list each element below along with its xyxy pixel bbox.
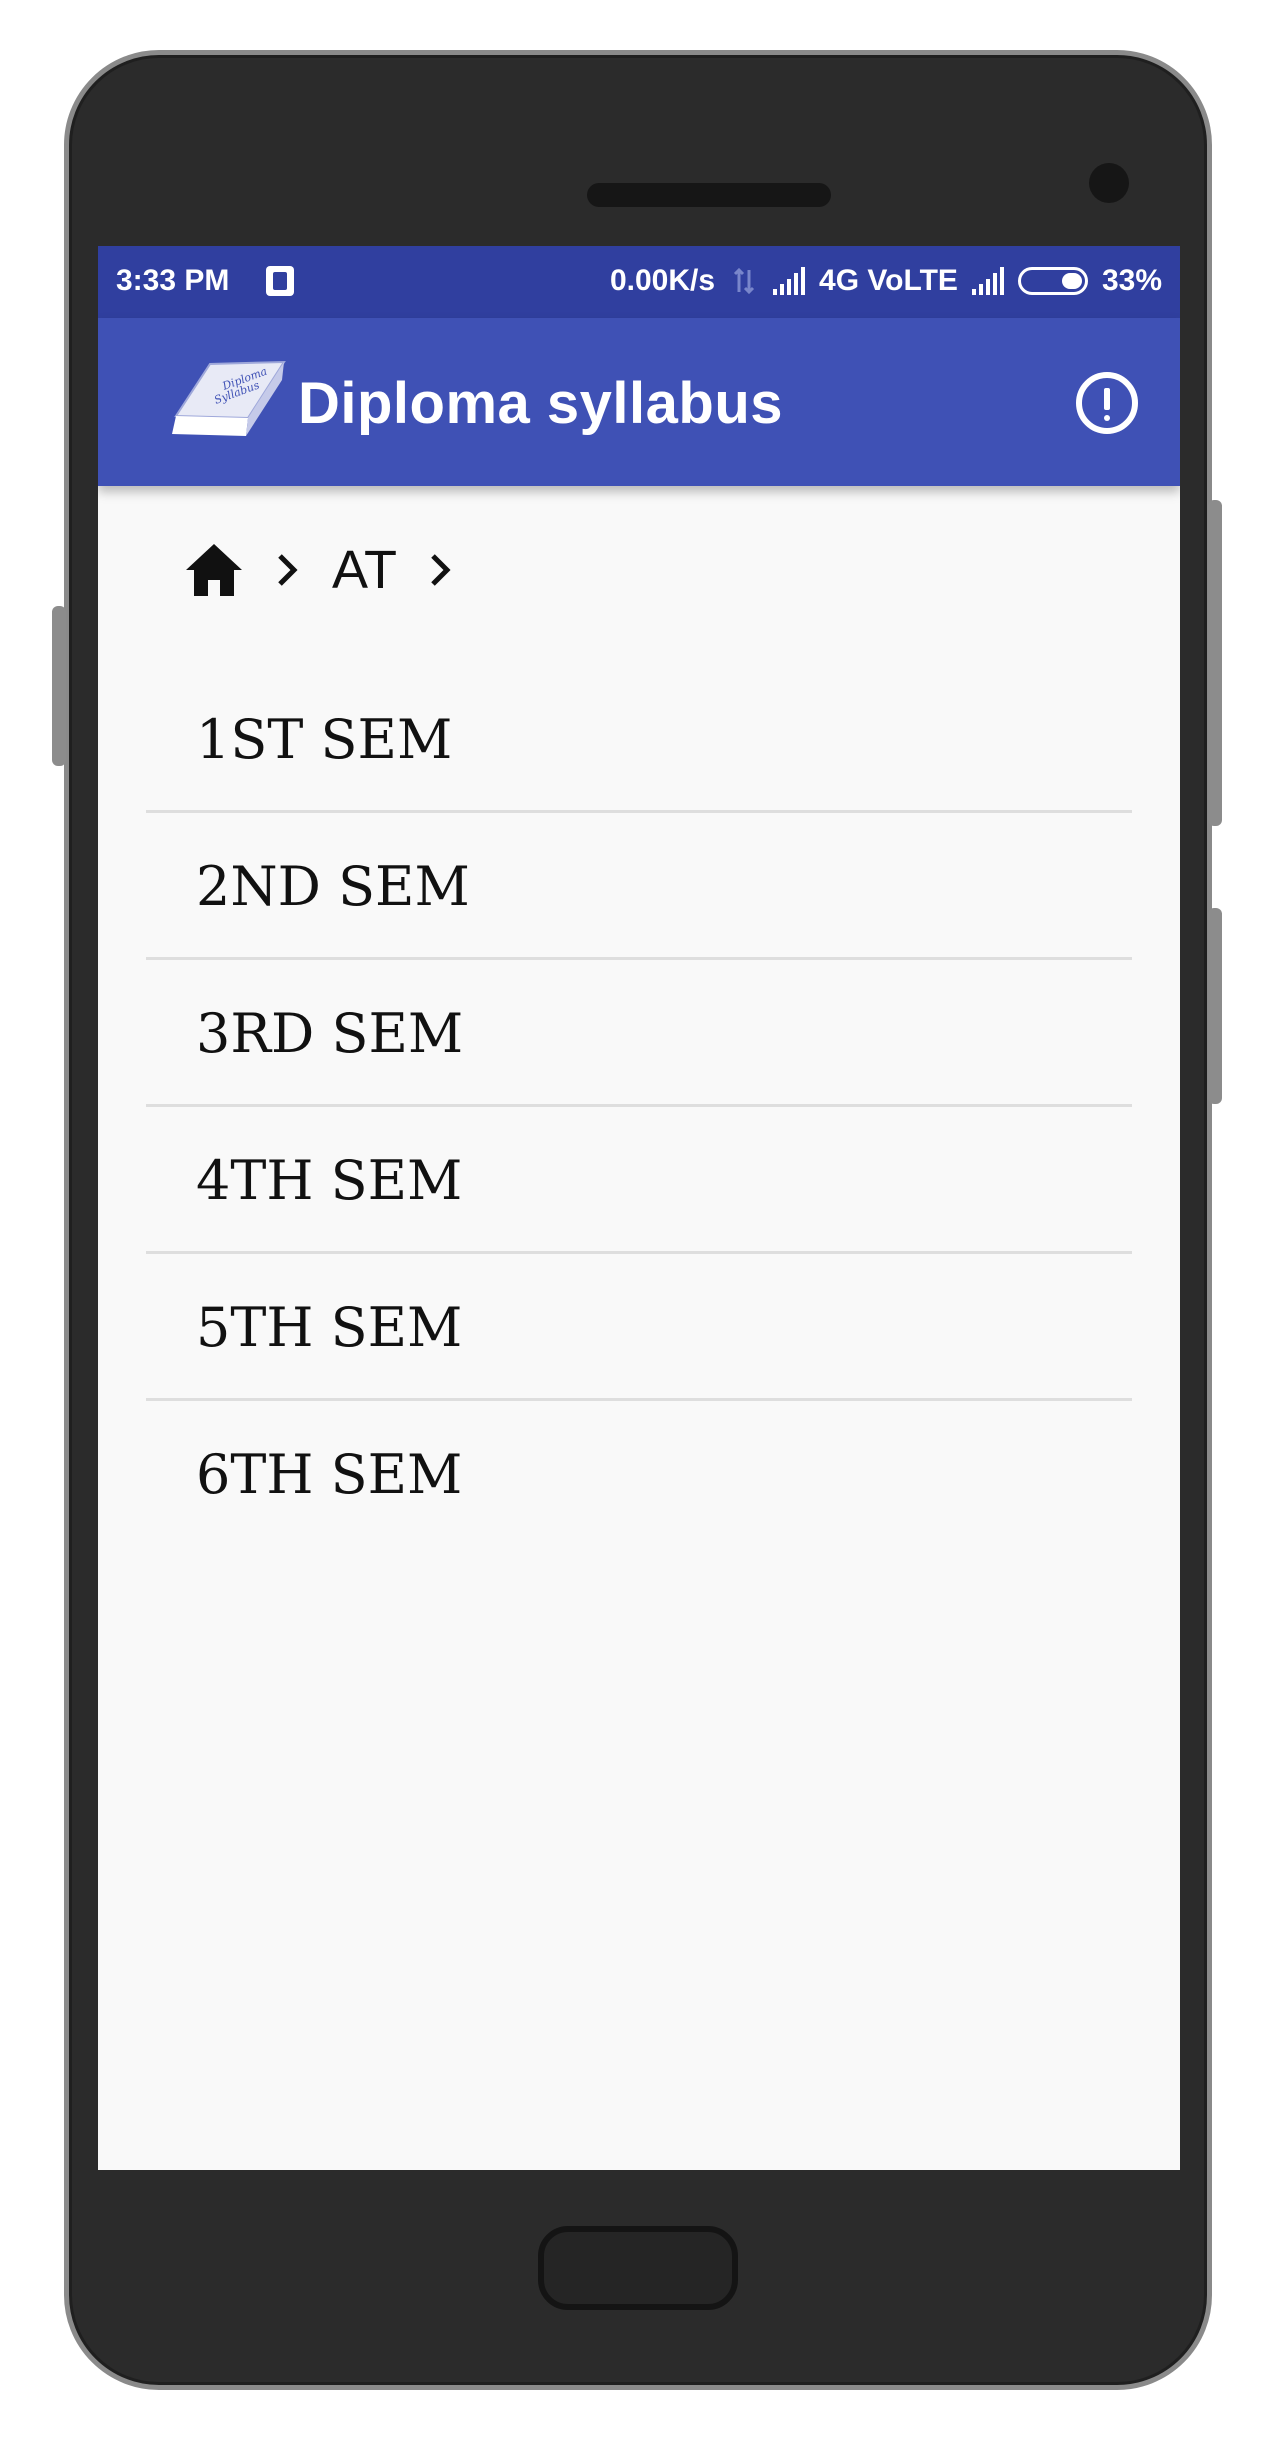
home-button[interactable] bbox=[538, 2226, 738, 2310]
list-item[interactable]: 6TH SEM bbox=[146, 1401, 1132, 1548]
list-item[interactable]: 2ND SEM bbox=[146, 813, 1132, 960]
side-button-upper bbox=[1208, 500, 1222, 826]
signal-strength-icon-2 bbox=[971, 267, 1004, 295]
list-item[interactable]: 4TH SEM bbox=[146, 1107, 1132, 1254]
status-time: 3:33 PM bbox=[116, 264, 230, 297]
app-bar: Diploma Syllabus Diploma syllabus bbox=[98, 318, 1180, 486]
signal-strength-icon bbox=[773, 267, 806, 295]
list-item[interactable]: 5TH SEM bbox=[146, 1254, 1132, 1401]
data-transfer-icon bbox=[733, 267, 755, 295]
status-bar: 3:33 PM 0.00K/s 4G VoLTE 33% bbox=[98, 246, 1180, 318]
semester-list: 1ST SEM 2ND SEM 3RD SEM 4TH SEM 5TH SEM … bbox=[146, 666, 1132, 1548]
chevron-right-icon bbox=[278, 554, 298, 586]
battery-percent: 33% bbox=[1101, 264, 1162, 297]
battery-icon bbox=[1017, 267, 1088, 295]
book-logo-icon: Diploma Syllabus bbox=[172, 360, 286, 436]
status-indicators: 0.00K/s 4G VoLTE 33% bbox=[610, 264, 1162, 298]
sim-card-icon bbox=[266, 266, 294, 296]
info-button[interactable] bbox=[1076, 372, 1138, 434]
network-type: 4G VoLTE bbox=[819, 264, 958, 297]
breadcrumb-item-at[interactable]: AT bbox=[332, 539, 397, 601]
power-button bbox=[1208, 908, 1222, 1104]
breadcrumb: AT bbox=[184, 538, 463, 602]
volume-button bbox=[52, 606, 66, 766]
list-item[interactable]: 1ST SEM bbox=[146, 666, 1132, 813]
network-speed: 0.00K/s bbox=[609, 264, 716, 297]
home-icon[interactable] bbox=[184, 542, 244, 598]
chevron-right-icon bbox=[431, 554, 451, 586]
earpiece-speaker bbox=[587, 183, 831, 207]
app-title: Diploma syllabus bbox=[298, 371, 784, 436]
front-camera bbox=[1089, 163, 1129, 203]
list-item[interactable]: 3RD SEM bbox=[146, 960, 1132, 1107]
app-screen: 3:33 PM 0.00K/s 4G VoLTE 33% Diploma Syl… bbox=[98, 246, 1180, 2170]
